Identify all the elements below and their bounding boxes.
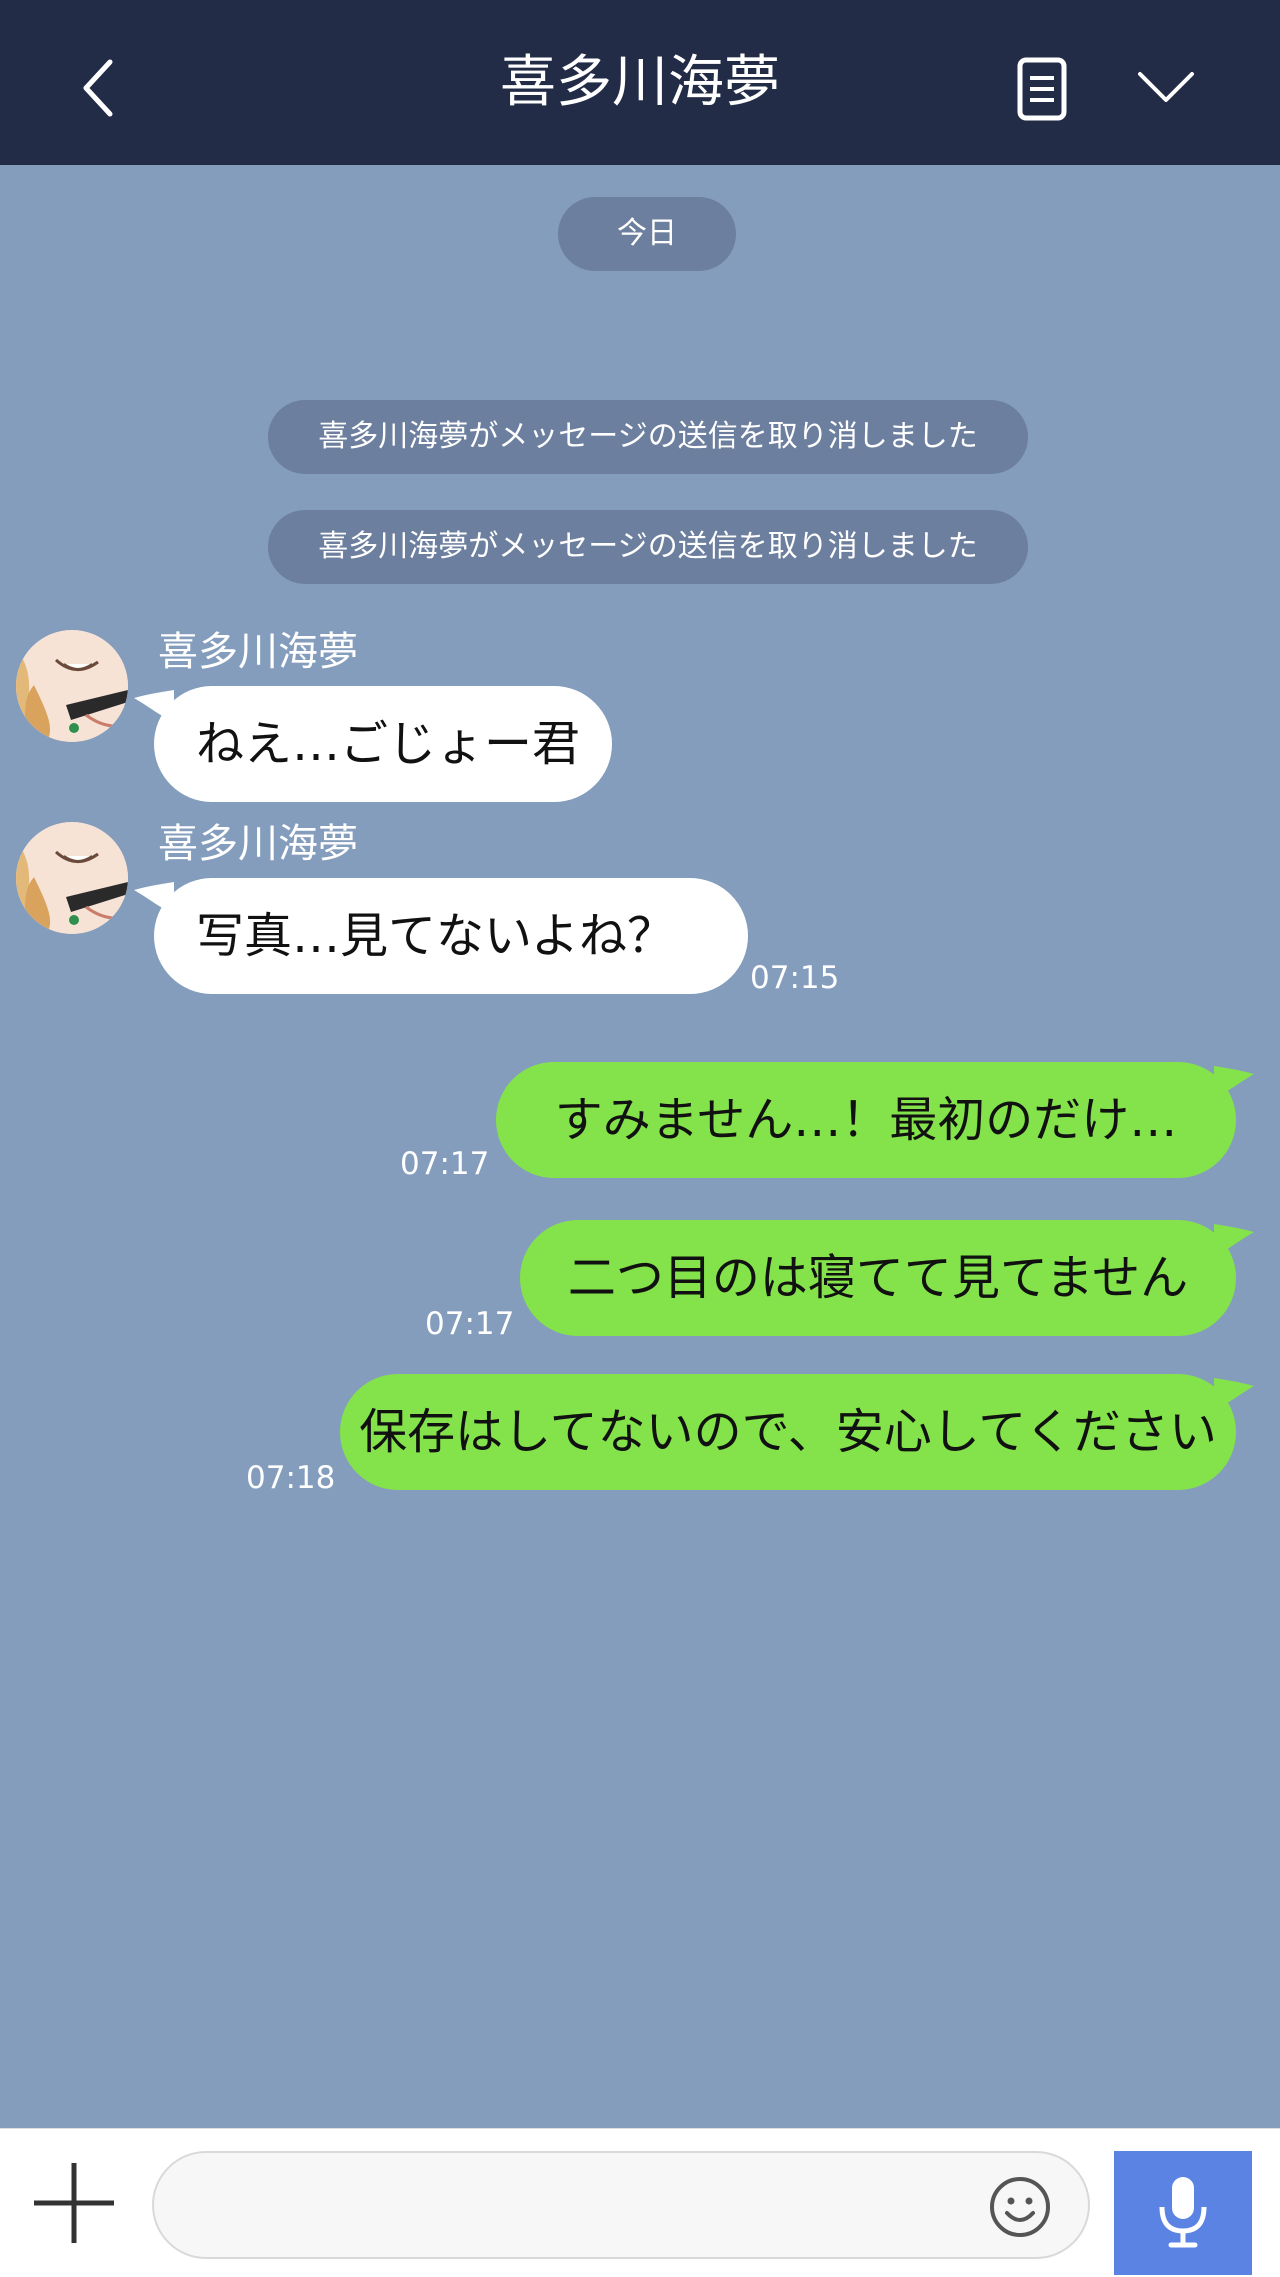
incoming-message-bubble[interactable]: ねえ…ごじょー君	[154, 686, 612, 802]
outgoing-message-bubble[interactable]: 保存はしてないので、安心してください	[340, 1374, 1236, 1490]
outgoing-message-bubble[interactable]: すみません…！最初のだけ…	[496, 1062, 1236, 1178]
message-timestamp: 07:17	[425, 1306, 515, 1342]
avatar-image	[16, 822, 128, 934]
message-input-bar	[0, 2128, 1280, 2277]
note-icon[interactable]	[1012, 54, 1072, 124]
unsend-notice: 喜多川海夢がメッセージの送信を取り消しました	[268, 510, 1028, 584]
outgoing-message-bubble[interactable]: 二つ目のは寝てて見てません	[520, 1220, 1236, 1336]
microphone-icon	[1159, 2177, 1207, 2248]
sender-name: 喜多川海夢	[158, 629, 358, 675]
bubble-tail	[1214, 1224, 1254, 1256]
chevron-left-icon[interactable]	[70, 48, 130, 128]
date-separator: 今日	[558, 197, 736, 271]
plus-icon[interactable]	[30, 2159, 118, 2247]
unsend-notice: 喜多川海夢がメッセージの送信を取り消しました	[268, 400, 1028, 474]
avatar[interactable]	[16, 822, 128, 934]
voice-message-button[interactable]	[1114, 2151, 1252, 2275]
message-timestamp: 07:18	[246, 1460, 336, 1496]
avatar-image	[16, 630, 128, 742]
incoming-message-bubble[interactable]: 写真…見てないよね？	[154, 878, 748, 994]
sender-name: 喜多川海夢	[158, 821, 358, 867]
chat-title: 喜多川海夢	[500, 50, 780, 115]
message-timestamp: 07:15	[750, 960, 840, 996]
bubble-tail	[1214, 1066, 1254, 1098]
avatar[interactable]	[16, 630, 128, 742]
emoji-icon[interactable]	[988, 2175, 1052, 2239]
chevron-down-icon[interactable]	[1134, 62, 1198, 112]
chat-header: 喜多川海夢	[0, 0, 1280, 165]
bubble-tail	[1214, 1378, 1254, 1410]
message-input[interactable]	[152, 2151, 1090, 2259]
message-timestamp: 07:17	[400, 1146, 490, 1182]
